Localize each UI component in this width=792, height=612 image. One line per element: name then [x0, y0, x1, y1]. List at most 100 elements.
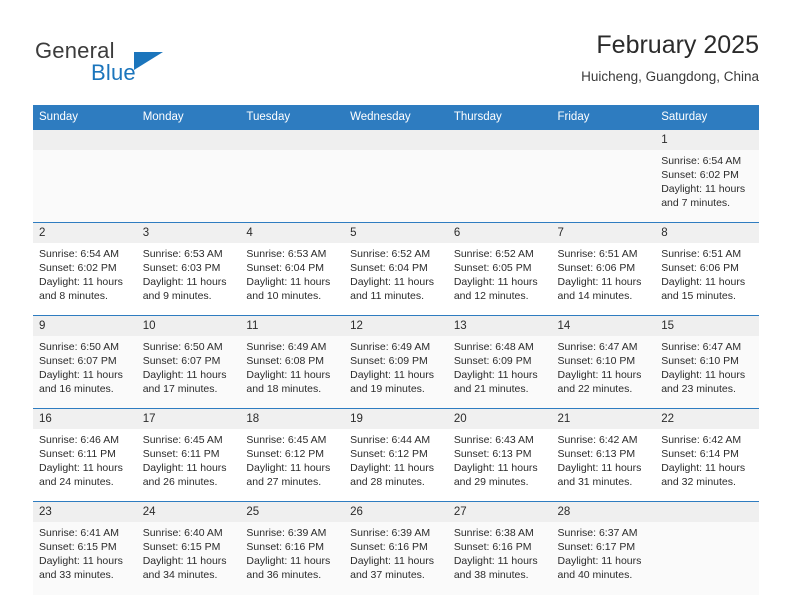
sunrise-text: Sunrise: 6:42 AM: [661, 434, 742, 446]
calendar-day-cell[interactable]: 27 Sunrise: 6:38 AM Sunset: 6:16 PM Dayligh…: [447, 501, 552, 595]
daylight-text-line2: and 38 minutes.: [453, 569, 529, 581]
sunset-text: Sunset: 6:14 PM: [661, 448, 739, 460]
daylight-text-line1: Daylight: 11 hours: [453, 462, 538, 474]
calendar-cell-empty: [655, 501, 759, 595]
day-number: [447, 130, 552, 150]
calendar-cell-empty: [136, 129, 241, 223]
calendar-day-cell[interactable]: 18 Sunrise: 6:45 AM Sunset: 6:12 PM Dayligh…: [240, 408, 345, 502]
day-number: 2: [33, 223, 137, 243]
day-number: 6: [447, 223, 552, 243]
daylight-text-line2: and 19 minutes.: [350, 383, 425, 395]
calendar-day-cell[interactable]: 7 Sunrise: 6:51 AM Sunset: 6:06 PM Daylight…: [551, 222, 656, 316]
daylight-text-line2: and 32 minutes.: [661, 476, 736, 488]
weekday-header-saturday: Saturday: [655, 105, 759, 130]
day-number: 23: [33, 502, 137, 522]
weekday-header-monday: Monday: [136, 105, 241, 130]
calendar-page: General Blue February 2025 Huicheng, Gua…: [0, 0, 792, 612]
calendar-body: 1 Sunrise: 6:54 AM Sunset: 6:02 PM Daylight…: [33, 129, 759, 595]
sunset-text: Sunset: 6:06 PM: [557, 262, 636, 274]
daylight-text-line1: Daylight: 11 hours: [557, 369, 642, 381]
calendar-day-cell[interactable]: 16 Sunrise: 6:46 AM Sunset: 6:11 PM Dayligh…: [33, 408, 137, 502]
daylight-text-line2: and 10 minutes.: [246, 290, 322, 302]
day-details: Sunrise: 6:38 AM Sunset: 6:16 PM Daylight:…: [448, 522, 552, 582]
calendar-day-cell[interactable]: 10 Sunrise: 6:50 AM Sunset: 6:07 PM Dayligh…: [136, 315, 241, 409]
calendar-day-cell[interactable]: 1 Sunrise: 6:54 AM Sunset: 6:02 PM Daylight…: [655, 129, 759, 223]
sunset-text: Sunset: 6:11 PM: [39, 448, 116, 460]
day-number: 20: [447, 409, 552, 429]
daylight-text-line2: and 15 minutes.: [661, 290, 736, 302]
day-number: [551, 130, 656, 150]
weekday-header-wednesday: Wednesday: [344, 105, 448, 130]
calendar-day-cell[interactable]: 28 Sunrise: 6:37 AM Sunset: 6:17 PM Dayligh…: [551, 501, 656, 595]
day-details: Sunrise: 6:41 AM Sunset: 6:15 PM Daylight:…: [33, 522, 137, 582]
day-number: 16: [33, 409, 137, 429]
day-number: 15: [655, 316, 759, 336]
sunset-text: Sunset: 6:03 PM: [142, 262, 221, 274]
day-number: 9: [33, 316, 137, 336]
sunset-text: Sunset: 6:10 PM: [557, 355, 636, 367]
calendar-day-cell[interactable]: 6 Sunrise: 6:52 AM Sunset: 6:05 PM Daylight…: [447, 222, 552, 316]
calendar-day-cell[interactable]: 13 Sunrise: 6:48 AM Sunset: 6:09 PM Dayligh…: [447, 315, 552, 409]
day-number: [240, 130, 345, 150]
sunset-text: Sunset: 6:17 PM: [557, 541, 636, 553]
calendar-cell-empty: [344, 129, 448, 223]
day-details: Sunrise: 6:47 AM Sunset: 6:10 PM Daylight:…: [655, 336, 759, 396]
calendar-day-cell[interactable]: 11 Sunrise: 6:49 AM Sunset: 6:08 PM Dayligh…: [240, 315, 345, 409]
daylight-text-line2: and 18 minutes.: [246, 383, 322, 395]
daylight-text-line1: Daylight: 11 hours: [246, 369, 331, 381]
calendar-day-cell[interactable]: 26 Sunrise: 6:39 AM Sunset: 6:16 PM Dayligh…: [344, 501, 448, 595]
calendar-day-cell[interactable]: 2 Sunrise: 6:54 AM Sunset: 6:02 PM Daylight…: [33, 222, 137, 316]
calendar-day-cell[interactable]: 25 Sunrise: 6:39 AM Sunset: 6:16 PM Dayligh…: [240, 501, 345, 595]
calendar-day-cell[interactable]: 4 Sunrise: 6:53 AM Sunset: 6:04 PM Daylight…: [240, 222, 345, 316]
daylight-text-line2: and 7 minutes.: [661, 197, 731, 209]
daylight-text-line2: and 40 minutes.: [557, 569, 633, 581]
calendar-day-cell[interactable]: 17 Sunrise: 6:45 AM Sunset: 6:11 PM Dayligh…: [136, 408, 241, 502]
brand-logo[interactable]: General Blue: [33, 38, 253, 92]
day-details: Sunrise: 6:45 AM Sunset: 6:12 PM Daylight:…: [240, 429, 344, 489]
calendar-day-cell[interactable]: 3 Sunrise: 6:53 AM Sunset: 6:03 PM Daylight…: [136, 222, 241, 316]
calendar-day-cell[interactable]: 9 Sunrise: 6:50 AM Sunset: 6:07 PM Daylight…: [33, 315, 137, 409]
day-details: Sunrise: 6:44 AM Sunset: 6:12 PM Daylight:…: [344, 429, 448, 489]
daylight-text-line1: Daylight: 11 hours: [246, 462, 331, 474]
calendar-day-cell[interactable]: 22 Sunrise: 6:42 AM Sunset: 6:14 PM Dayligh…: [655, 408, 759, 502]
calendar-day-cell[interactable]: 12 Sunrise: 6:49 AM Sunset: 6:09 PM Dayligh…: [344, 315, 448, 409]
sunset-text: Sunset: 6:16 PM: [246, 541, 325, 553]
daylight-text-line1: Daylight: 11 hours: [142, 276, 227, 288]
sunset-text: Sunset: 6:02 PM: [39, 262, 117, 274]
calendar-day-cell[interactable]: 8 Sunrise: 6:51 AM Sunset: 6:06 PM Daylight…: [655, 222, 759, 316]
sunrise-text: Sunrise: 6:53 AM: [246, 248, 327, 260]
day-number: 24: [136, 502, 241, 522]
day-number: 18: [240, 409, 345, 429]
calendar-day-cell[interactable]: 19 Sunrise: 6:44 AM Sunset: 6:12 PM Dayligh…: [344, 408, 448, 502]
day-details: Sunrise: 6:40 AM Sunset: 6:15 PM Daylight:…: [137, 522, 241, 582]
day-number: 11: [240, 316, 345, 336]
sunrise-text: Sunrise: 6:49 AM: [246, 341, 327, 353]
calendar-day-cell[interactable]: 23 Sunrise: 6:41 AM Sunset: 6:15 PM Dayligh…: [33, 501, 137, 595]
daylight-text-line1: Daylight: 11 hours: [350, 276, 434, 288]
calendar-day-cell[interactable]: 5 Sunrise: 6:52 AM Sunset: 6:04 PM Daylight…: [344, 222, 448, 316]
calendar-day-cell[interactable]: 21 Sunrise: 6:42 AM Sunset: 6:13 PM Dayligh…: [551, 408, 656, 502]
sunset-text: Sunset: 6:04 PM: [350, 262, 428, 274]
calendar-cell-empty: [33, 129, 137, 223]
sunrise-text: Sunrise: 6:38 AM: [453, 527, 534, 539]
daylight-text-line1: Daylight: 11 hours: [246, 555, 331, 567]
day-details: Sunrise: 6:45 AM Sunset: 6:11 PM Daylight:…: [137, 429, 241, 489]
day-details: Sunrise: 6:54 AM Sunset: 6:02 PM Daylight:…: [655, 150, 759, 210]
calendar-cell-empty: [240, 129, 345, 223]
daylight-text-line2: and 29 minutes.: [453, 476, 529, 488]
calendar-day-cell[interactable]: 14 Sunrise: 6:47 AM Sunset: 6:10 PM Dayligh…: [551, 315, 656, 409]
sunrise-text: Sunrise: 6:39 AM: [246, 527, 327, 539]
daylight-text-line1: Daylight: 11 hours: [350, 462, 434, 474]
sunrise-text: Sunrise: 6:52 AM: [453, 248, 534, 260]
sunset-text: Sunset: 6:15 PM: [39, 541, 117, 553]
day-details: Sunrise: 6:52 AM Sunset: 6:04 PM Daylight:…: [344, 243, 448, 303]
day-details: Sunrise: 6:46 AM Sunset: 6:11 PM Daylight:…: [33, 429, 137, 489]
calendar-day-cell[interactable]: 24 Sunrise: 6:40 AM Sunset: 6:15 PM Dayligh…: [136, 501, 241, 595]
daylight-text-line1: Daylight: 11 hours: [142, 555, 227, 567]
calendar-day-cell[interactable]: 20 Sunrise: 6:43 AM Sunset: 6:13 PM Dayligh…: [447, 408, 552, 502]
daylight-text-line1: Daylight: 11 hours: [661, 462, 746, 474]
daylight-text-line1: Daylight: 11 hours: [661, 183, 746, 195]
daylight-text-line2: and 27 minutes.: [246, 476, 322, 488]
calendar-day-cell[interactable]: 15 Sunrise: 6:47 AM Sunset: 6:10 PM Dayligh…: [655, 315, 759, 409]
sunset-text: Sunset: 6:16 PM: [350, 541, 428, 553]
